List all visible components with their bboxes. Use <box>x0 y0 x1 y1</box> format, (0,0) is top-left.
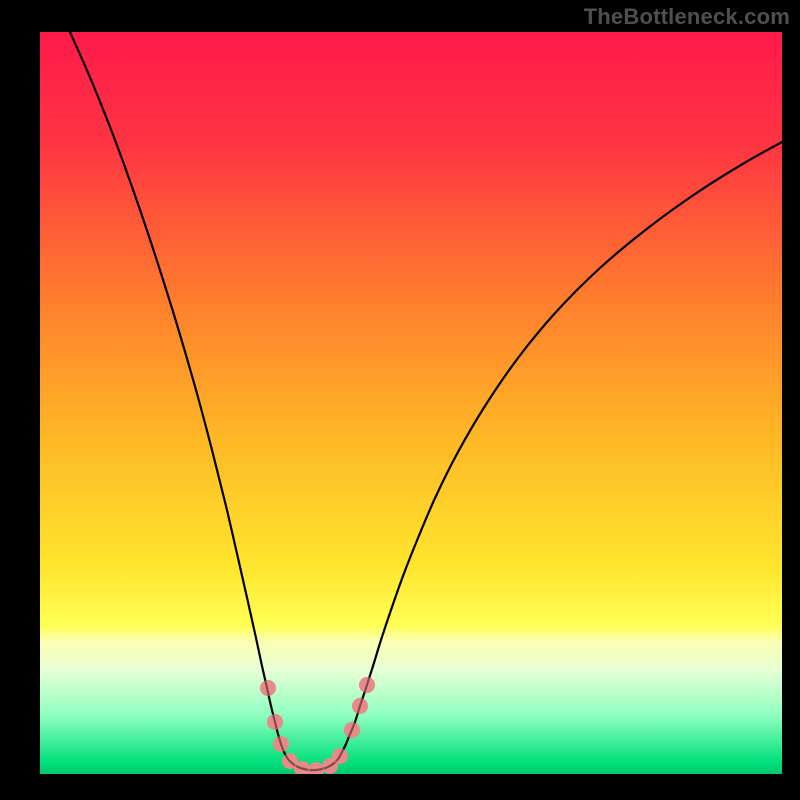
curve-marker <box>344 722 360 738</box>
curve-marker <box>267 714 283 730</box>
curve-marker <box>359 677 375 693</box>
curve-marker <box>332 748 348 764</box>
watermark-label: TheBottleneck.com <box>584 4 790 30</box>
plot-area <box>40 32 782 774</box>
curve-marker <box>273 736 289 752</box>
plot-background <box>40 32 782 774</box>
chart-frame: TheBottleneck.com <box>0 0 800 800</box>
curve-marker <box>352 698 368 714</box>
plot-svg <box>40 32 782 774</box>
curve-marker <box>260 680 276 696</box>
